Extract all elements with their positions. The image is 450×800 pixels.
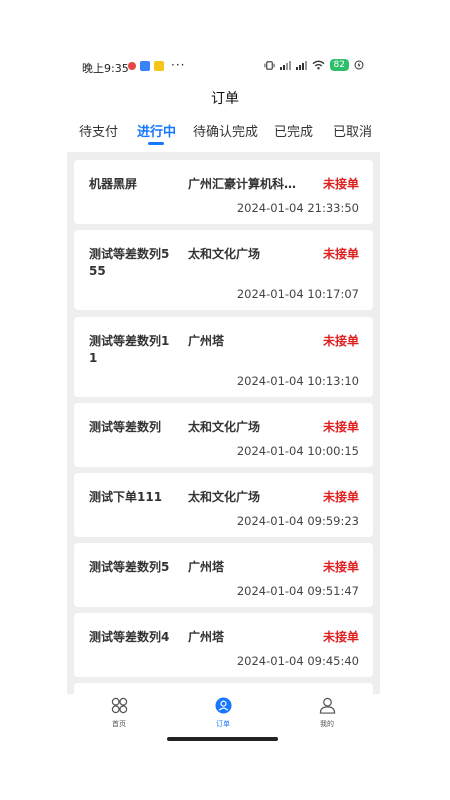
order-name: 测试等差数列555 xyxy=(89,247,170,278)
order-location: 广州塔 xyxy=(188,630,225,644)
order-name: 机器黑屏 xyxy=(89,177,138,191)
nav-orders[interactable]: 订单 xyxy=(193,697,253,729)
notification-app-icon xyxy=(154,61,164,71)
wifi-icon xyxy=(312,60,325,70)
tab-pending-confirmation[interactable]: 待确认完成 xyxy=(193,121,258,140)
order-card[interactable]: 测试等差数列5 广州塔 未接单 2024-01-04 09:51:47 xyxy=(74,543,373,607)
order-card[interactable]: 机器黑屏 广州汇豪计算机科技… 未接单 2024-01-04 21:33:50 xyxy=(74,160,373,224)
battery-icon: 82 xyxy=(329,59,349,71)
person-circle-icon xyxy=(214,697,232,714)
notification-app-icon xyxy=(128,62,136,70)
active-tab-indicator xyxy=(148,142,164,145)
order-tabs: 待支付 进行中 待确认完成 已完成 已取消 xyxy=(68,121,381,147)
order-time: 2024-01-04 09:59:23 xyxy=(236,514,359,528)
order-card[interactable]: 测试等差数列11 广州塔 未接单 2024-01-04 10:13:10 xyxy=(74,317,373,397)
order-card[interactable]: 测试下单111 太和文化广场 未接单 2024-01-04 09:59:23 xyxy=(74,473,373,537)
order-list[interactable]: 机器黑屏 广州汇豪计算机科技… 未接单 2024-01-04 21:33:50 … xyxy=(67,152,380,694)
charging-icon xyxy=(354,60,364,70)
order-card[interactable]: 测试等差数列4 广州塔 未接单 2024-01-04 09:45:40 xyxy=(74,613,373,677)
order-name: 测试等差数列11 xyxy=(89,334,170,365)
order-card-partial[interactable] xyxy=(74,683,373,694)
order-status: 未接单 xyxy=(322,490,359,504)
more-notifications-icon: ··· xyxy=(171,58,186,72)
order-location: 太和文化广场 xyxy=(188,420,261,434)
order-status: 未接单 xyxy=(322,177,359,191)
nav-orders-label: 订单 xyxy=(216,720,230,728)
order-status: 未接单 xyxy=(322,630,359,644)
page-title: 订单 xyxy=(211,91,239,107)
tab-pending-payment[interactable]: 待支付 xyxy=(79,121,118,140)
status-right: 82 xyxy=(264,59,364,71)
order-status: 未接单 xyxy=(322,247,359,261)
grid-icon xyxy=(111,697,127,714)
order-name: 测试等差数列4 xyxy=(89,630,170,644)
order-time: 2024-01-04 10:17:07 xyxy=(236,287,359,301)
order-time: 2024-01-04 21:33:50 xyxy=(236,201,359,215)
nav-home-label: 首页 xyxy=(112,720,126,728)
user-icon xyxy=(319,697,335,714)
order-location: 广州塔 xyxy=(188,560,225,574)
tab-cancelled[interactable]: 已取消 xyxy=(333,121,372,140)
order-name: 测试等差数列5 xyxy=(89,560,170,574)
order-status: 未接单 xyxy=(322,560,359,574)
order-location: 太和文化广场 xyxy=(188,247,261,261)
home-indicator[interactable] xyxy=(167,737,278,741)
vibrate-icon xyxy=(264,60,275,70)
notification-app-icon xyxy=(140,61,150,71)
order-status: 未接单 xyxy=(322,420,359,434)
order-time: 2024-01-04 09:45:40 xyxy=(236,654,359,668)
tab-in-progress[interactable]: 进行中 xyxy=(137,121,176,140)
nav-home[interactable]: 首页 xyxy=(89,697,149,729)
order-status: 未接单 xyxy=(322,334,359,348)
signal-icon xyxy=(295,60,307,70)
status-time: 晚上9:35 xyxy=(82,62,129,75)
order-card[interactable]: 测试等差数列 太和文化广场 未接单 2024-01-04 10:00:15 xyxy=(74,403,373,467)
order-name: 测试下单111 xyxy=(89,490,163,504)
order-location: 太和文化广场 xyxy=(188,490,261,504)
order-location: 广州塔 xyxy=(188,334,225,348)
order-name: 测试等差数列 xyxy=(89,420,162,434)
order-location: 广州汇豪计算机科技… xyxy=(188,177,306,191)
signal-icon xyxy=(279,60,291,70)
nav-mine[interactable]: 我的 xyxy=(297,697,357,729)
order-time: 2024-01-04 10:00:15 xyxy=(236,444,359,458)
tab-completed[interactable]: 已完成 xyxy=(274,121,313,140)
order-time: 2024-01-04 09:51:47 xyxy=(236,584,359,598)
order-card[interactable]: 测试等差数列555 太和文化广场 未接单 2024-01-04 10:17:07 xyxy=(74,230,373,310)
status-bar: 晚上9:35 ··· 82 xyxy=(0,58,450,76)
nav-mine-label: 我的 xyxy=(320,720,334,728)
bottom-nav: 首页 订单 我的 xyxy=(67,695,380,735)
order-time: 2024-01-04 10:13:10 xyxy=(236,374,359,388)
